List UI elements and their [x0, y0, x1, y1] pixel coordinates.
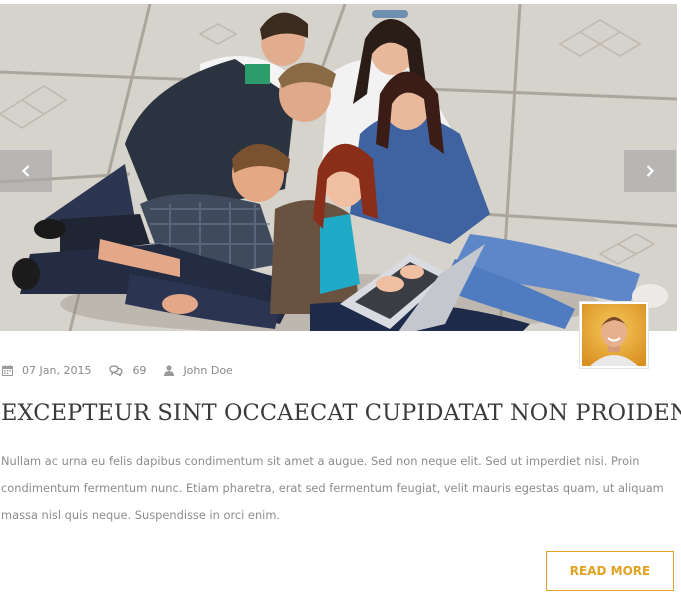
chevron-right-icon [646, 165, 655, 177]
read-more-button[interactable]: READ MORE [546, 551, 674, 591]
calendar-icon [2, 364, 13, 376]
chevron-left-icon [21, 165, 30, 177]
user-icon [164, 364, 175, 376]
comments-icon [109, 364, 124, 376]
slider-next-button[interactable] [624, 150, 676, 192]
post-meta: 07 Jan, 2015 69 John Doe [2, 362, 251, 378]
post-title[interactable]: EXCEPTEUR SINT OCCAECAT CUPIDATAT NON PR… [1, 400, 681, 426]
post-author-name: John Doe [183, 363, 233, 377]
post-featured-image [0, 4, 677, 331]
slider-prev-button[interactable] [0, 150, 52, 192]
author-avatar[interactable] [580, 302, 648, 368]
post-comments[interactable]: 69 [109, 364, 146, 377]
avatar-photo [582, 304, 646, 366]
post-date-text: 07 Jan, 2015 [22, 363, 92, 377]
post-date: 07 Jan, 2015 [2, 364, 91, 377]
blog-post: 07 Jan, 2015 69 John Doe EXCEPTEUR SINT … [0, 0, 681, 596]
post-author[interactable]: John Doe [164, 363, 233, 377]
post-excerpt: Nullam ac urna eu felis dapibus condimen… [1, 454, 664, 522]
students-photo [0, 4, 677, 331]
post-comments-count: 69 [132, 363, 147, 377]
